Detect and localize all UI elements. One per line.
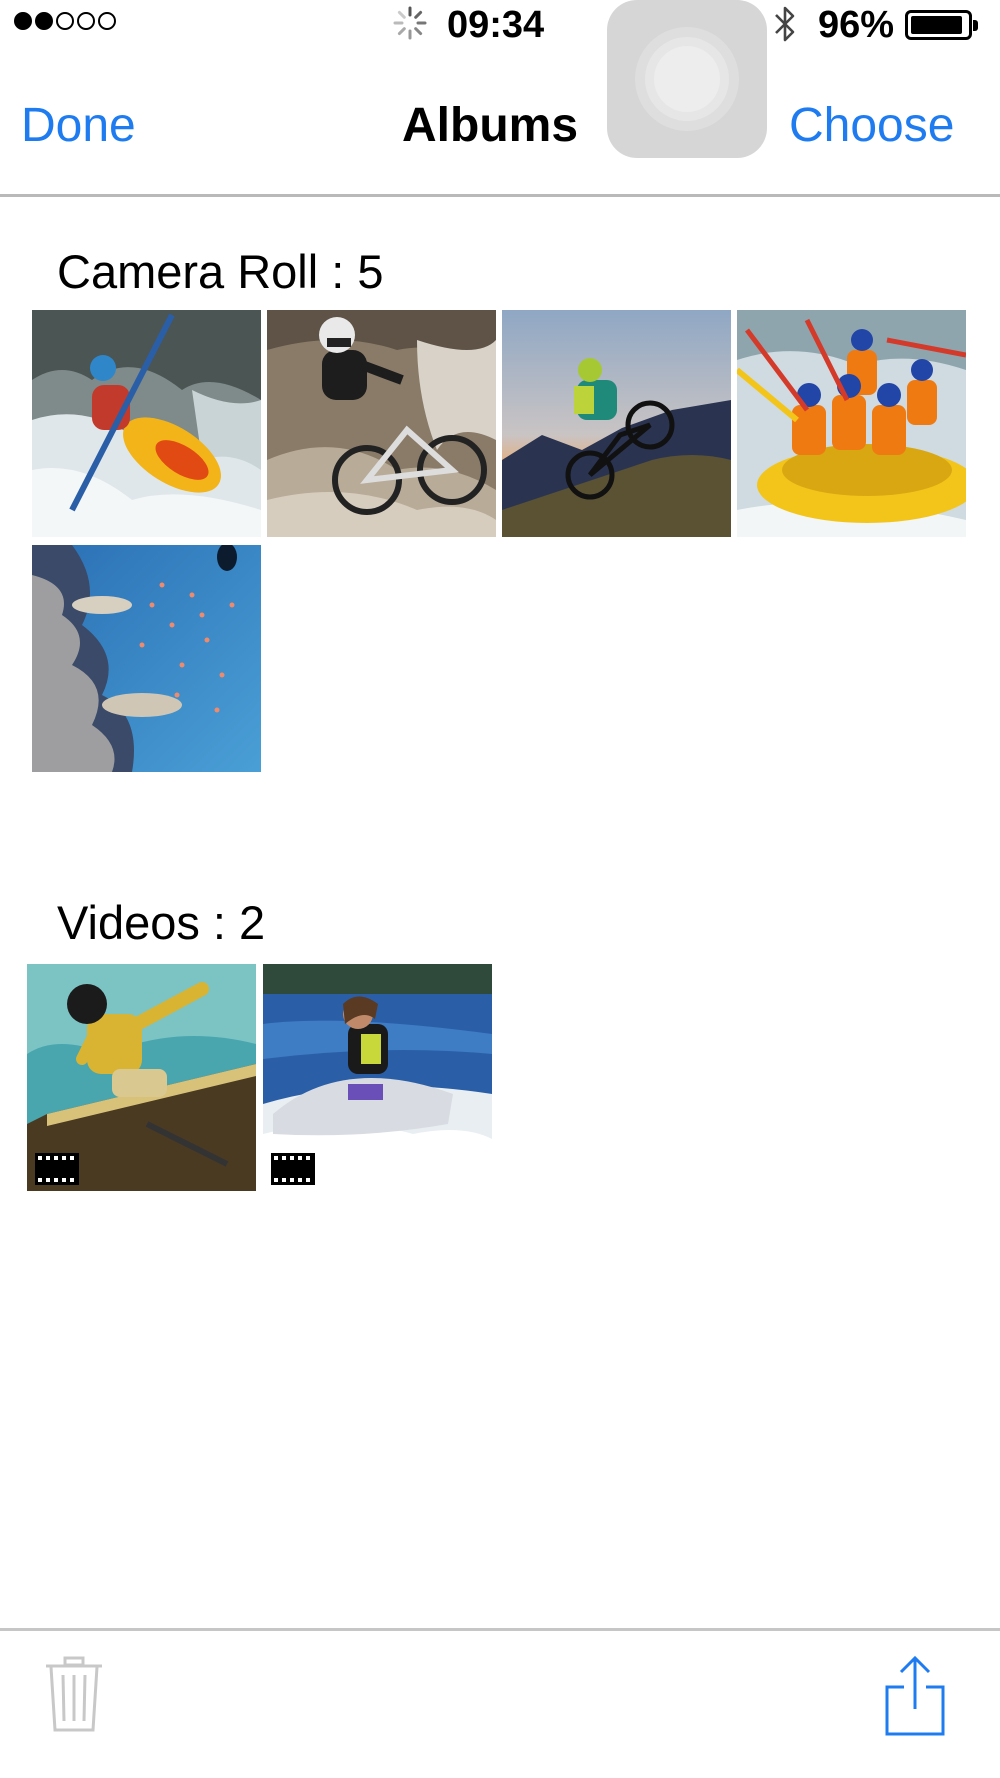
signal-dot <box>98 12 116 30</box>
photo-thumbnail-downhill-bike[interactable] <box>267 310 496 537</box>
done-button[interactable]: Done <box>21 98 136 154</box>
battery-nub <box>973 20 978 31</box>
trash-icon[interactable] <box>44 1655 104 1733</box>
assistive-touch-ring <box>654 46 720 112</box>
nav-divider <box>0 194 1000 197</box>
loading-spinner-icon <box>393 6 427 40</box>
signal-dot <box>77 12 95 30</box>
battery-percentage: 96% <box>818 4 895 46</box>
album-title-camera-roll: Camera Roll : 5 <box>57 245 384 298</box>
album-title-videos: Videos : 2 <box>57 896 266 949</box>
battery-fill <box>911 16 962 34</box>
signal-dot <box>35 12 53 30</box>
status-time: 09:34 <box>447 4 545 46</box>
signal-dot <box>14 12 32 30</box>
video-thumbnail-jet-ski[interactable] <box>263 964 492 1191</box>
toolbar-divider <box>0 1628 1000 1631</box>
video-thumbnail-skateboard[interactable] <box>27 964 256 1191</box>
assistive-touch-button[interactable] <box>607 0 767 158</box>
share-icon[interactable] <box>884 1653 946 1737</box>
photo-thumbnail-sunset-bike[interactable] <box>502 310 731 537</box>
video-badge-icon <box>35 1153 79 1185</box>
photo-thumbnail-coral-reef[interactable] <box>32 545 261 772</box>
choose-button[interactable]: Choose <box>789 98 954 154</box>
video-badge-icon <box>271 1153 315 1185</box>
signal-dot <box>56 12 74 30</box>
page-title: Albums <box>402 99 579 152</box>
battery-icon <box>905 10 978 40</box>
photo-thumbnail-rafting[interactable] <box>737 310 966 537</box>
bluetooth-icon <box>772 4 798 44</box>
signal-strength-indicator <box>14 12 116 30</box>
photo-thumbnail-kayak[interactable] <box>32 310 261 537</box>
